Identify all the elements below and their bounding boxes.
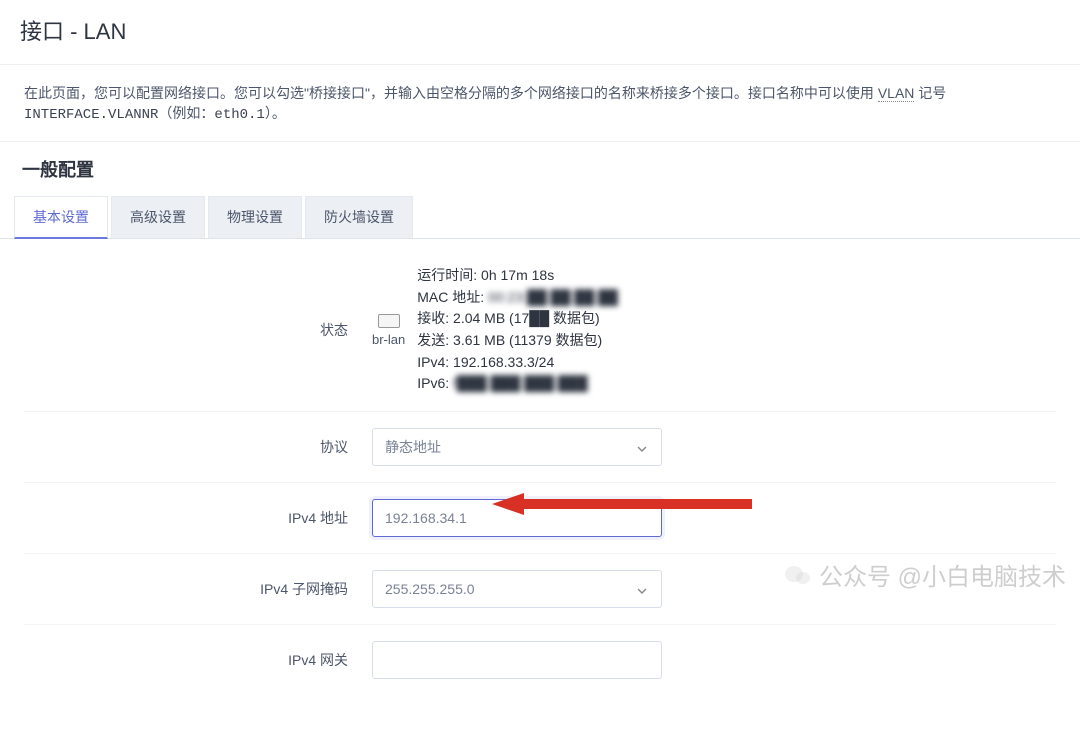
protocol-row: 协议 静态地址 [24,412,1056,483]
tab-physical[interactable]: 物理设置 [208,196,302,238]
protocol-value: 静态地址 [385,437,441,457]
tab-basic[interactable]: 基本设置 [14,196,108,239]
tab-firewall[interactable]: 防火墙设置 [305,196,413,238]
rx-label: 接收: [417,310,449,326]
ipv6-label: IPv6: [417,375,449,391]
uptime-label: 运行时间: [417,267,477,283]
caret-down-icon [637,439,647,455]
help-prefix: 在此页面，您可以配置网络接口。您可以勾选"桥接接口"，并输入由空格分隔的多个网络… [24,85,878,101]
help-code: INTERFACE.VLANNR [24,107,158,123]
netmask-value: 255.255.255.0 [385,581,475,597]
ipv4addr-row: IPv4 地址 [24,483,1056,554]
interface-badge: br-lan [372,314,417,347]
status-row: 状态 br-lan 运行时间: 0h 17m 18s MAC 地址: 00:23… [24,249,1056,412]
mac-label: MAC 地址: [417,289,484,305]
netmask-row: IPv4 子网掩码 255.255.255.0 [24,554,1056,625]
uptime-value: 0h 17m 18s [481,267,554,283]
ipv4-label: IPv4: [417,354,449,370]
help-text: 在此页面，您可以配置网络接口。您可以勾选"桥接接口"，并输入由空格分隔的多个网络… [0,65,1080,142]
status-value: br-lan 运行时间: 0h 17m 18s MAC 地址: 00:23:██… [372,265,1056,395]
status-label: 状态 [24,320,372,340]
ipv6-value: f███:███:███:███ [453,373,588,395]
gateway-input[interactable] [385,652,649,668]
tabs: 基本设置 高级设置 物理设置 防火墙设置 [0,196,1080,239]
network-interface-icon [378,314,400,328]
mac-value: 00:23:██:██:██:██ [488,287,618,309]
interface-id: br-lan [372,332,405,347]
help-suffix: ）。 [265,105,286,121]
status-lines: 运行时间: 0h 17m 18s MAC 地址: 00:23:██:██:██:… [417,265,618,395]
netmask-label: IPv4 子网掩码 [24,579,372,599]
help-code2: eth0.1 [214,107,264,123]
tx-value: 3.61 MB (11379 数据包) [453,332,602,348]
protocol-label: 协议 [24,437,372,457]
gateway-input-wrap[interactable] [372,641,662,679]
ipv4addr-label: IPv4 地址 [24,508,372,528]
gateway-label: IPv4 网关 [24,650,372,670]
help-vlan: VLAN [878,85,915,102]
help-mid1: 记号 [914,85,946,101]
tab-advanced[interactable]: 高级设置 [111,196,205,238]
help-mid2: （例如： [158,105,214,121]
tx-label: 发送: [417,332,449,348]
caret-down-icon [637,581,647,597]
gateway-row: IPv4 网关 [24,625,1056,695]
rx-value: 2.04 MB (17██ 数据包) [453,310,600,326]
page-title: 接口 - LAN [0,0,1080,65]
section-title: 一般配置 [0,142,1080,196]
netmask-select[interactable]: 255.255.255.0 [372,570,662,608]
ipv4-value: 192.168.33.3/24 [453,354,554,370]
form: 状态 br-lan 运行时间: 0h 17m 18s MAC 地址: 00:23… [0,239,1080,735]
protocol-select[interactable]: 静态地址 [372,428,662,466]
annotation-arrow-icon [492,493,752,515]
